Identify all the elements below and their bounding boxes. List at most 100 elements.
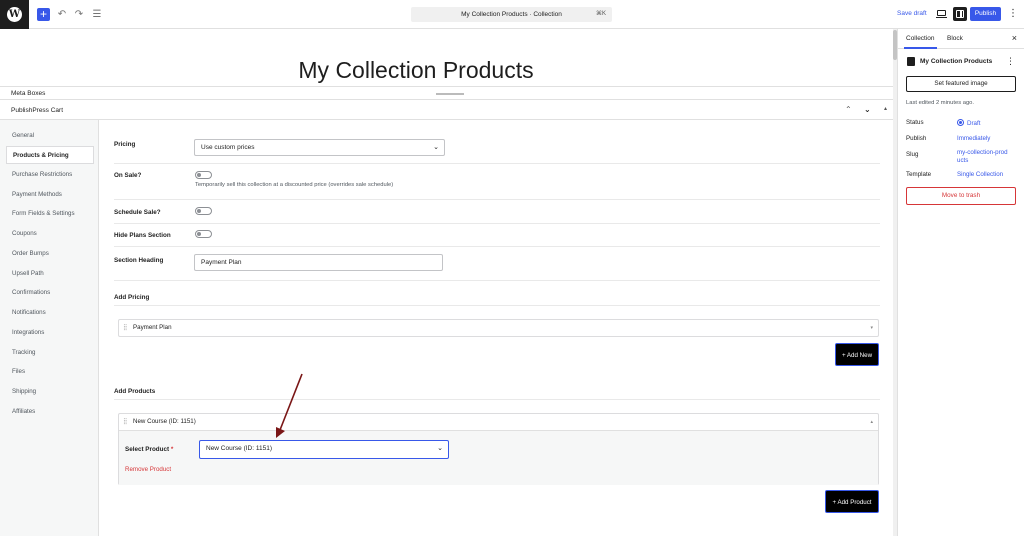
nav-item-notifications[interactable]: Notifications — [6, 304, 94, 322]
redo-icon[interactable]: ↷ — [73, 8, 85, 21]
publish-value[interactable]: Immediately — [957, 135, 1017, 143]
nav-item-general[interactable]: General — [6, 127, 94, 145]
product-item: ⣿ New Course (ID: 1151) ▴ Select Product… — [118, 413, 879, 485]
section-heading-input[interactable]: Payment Plan — [194, 254, 443, 271]
drag-handle-icon[interactable]: ⣿ — [123, 320, 127, 336]
more-options-icon[interactable]: ⋮ — [1007, 7, 1019, 21]
command-palette-button[interactable]: My Collection Products · Collection ⌘K — [411, 7, 612, 22]
cart-panel-title: PublishPress Cart — [11, 107, 64, 114]
section-heading-label: Section Heading — [114, 257, 164, 264]
publish-label: Publish — [906, 135, 927, 142]
caret-down-icon[interactable]: ▾ — [870, 320, 873, 336]
nav-item-affiliates[interactable]: Affiliates — [6, 403, 94, 421]
shortcut-hint: ⌘K — [595, 11, 606, 17]
more-actions-icon[interactable]: ⋮ — [1006, 56, 1015, 67]
hide-plans-label: Hide Plans Section — [114, 232, 171, 239]
move-down-icon[interactable]: ⌄ — [864, 105, 871, 114]
close-icon[interactable]: × — [1012, 33, 1017, 43]
on-sale-toggle[interactable] — [195, 171, 212, 179]
divider — [114, 163, 880, 164]
pricing-select[interactable]: Use custom prices ⌄ — [194, 139, 445, 156]
nav-item-coupons[interactable]: Coupons — [6, 225, 94, 243]
divider — [114, 246, 880, 247]
document-overview-icon[interactable]: ☰ — [91, 8, 103, 21]
document-title: My Collection Products · Collection — [461, 11, 562, 18]
save-draft-button[interactable]: Save draft — [897, 10, 927, 17]
divider — [114, 199, 880, 200]
post-title[interactable]: My Collection Products — [0, 57, 832, 84]
add-new-pricing-button[interactable]: + Add New — [835, 343, 879, 366]
nav-item-tracking[interactable]: Tracking — [6, 344, 94, 362]
nav-item-purchase-restrictions[interactable]: Purchase Restrictions — [6, 166, 94, 184]
pricing-label: Pricing — [114, 141, 136, 148]
pricing-select-value: Use custom prices — [201, 144, 255, 151]
nav-item-products-pricing[interactable]: Products & Pricing — [6, 146, 94, 164]
divider — [114, 280, 880, 281]
on-sale-help: Temporarily sell this collection at a di… — [195, 182, 394, 188]
chevron-down-icon: ⌄ — [433, 144, 439, 151]
last-edited-text: Last edited 2 minutes ago. — [906, 100, 974, 106]
preview-icon[interactable] — [936, 9, 947, 19]
add-pricing-title: Add Pricing — [114, 294, 150, 301]
slug-value[interactable]: my-collection-products — [957, 149, 1009, 165]
nav-item-upsell-path[interactable]: Upsell Path — [6, 265, 94, 283]
annotation-arrow-icon — [276, 373, 303, 438]
select-product-dropdown[interactable]: New Course (ID: 1151) ⌄ — [199, 440, 449, 459]
divider — [114, 399, 880, 400]
editor-canvas: My Collection Products — [0, 29, 893, 85]
drag-handle-icon[interactable]: ⣿ — [123, 414, 127, 430]
required-mark: * — [170, 446, 174, 453]
cart-nav: General Products & Pricing Purchase Rest… — [0, 120, 99, 536]
meta-boxes-bar: Meta Boxes — [0, 86, 893, 100]
remove-product-link[interactable]: Remove Product — [125, 466, 171, 473]
status-value[interactable]: Draft — [957, 119, 1017, 128]
products-pricing-panel: Pricing Use custom prices ⌄ On Sale? Tem… — [99, 120, 893, 536]
pricing-item[interactable]: ⣿ Payment Plan ▾ — [118, 319, 879, 337]
select-product-label: Select Product * — [125, 446, 174, 453]
publish-button[interactable]: Publish — [970, 7, 1001, 21]
template-label: Template — [906, 171, 932, 178]
divider — [114, 305, 880, 306]
sidebar-tabs: Collection Block × — [898, 29, 1024, 49]
schedule-sale-label: Schedule Sale? — [114, 209, 161, 216]
settings-sidebar: Collection Block × My Collection Product… — [897, 29, 1024, 536]
pricing-item-title: Payment Plan — [133, 324, 172, 331]
meta-boxes-label: Meta Boxes — [11, 90, 46, 97]
on-sale-label: On Sale? — [114, 172, 142, 179]
product-item-body: Select Product * New Course (ID: 1151) ⌄… — [119, 430, 878, 485]
document-icon — [907, 57, 915, 66]
set-featured-image-button[interactable]: Set featured image — [906, 76, 1016, 92]
select-product-value: New Course (ID: 1151) — [206, 445, 272, 452]
editor-header: W + ↶ ↷ ☰ My Collection Products · Colle… — [0, 0, 1024, 29]
tab-collection[interactable]: Collection — [904, 35, 937, 49]
nav-item-order-bumps[interactable]: Order Bumps — [6, 245, 94, 263]
add-product-button[interactable]: + Add Product — [825, 490, 879, 513]
product-item-title: New Course (ID: 1151) — [133, 418, 196, 425]
caret-up-icon[interactable]: ▴ — [870, 414, 873, 430]
hide-plans-toggle[interactable] — [195, 230, 212, 238]
cart-panel-header: PublishPress Cart ⌃ ⌄ ▴ — [0, 100, 893, 120]
chevron-down-icon: ⌄ — [437, 445, 443, 452]
tab-block[interactable]: Block — [947, 35, 963, 42]
block-inserter-button[interactable]: + — [37, 8, 50, 21]
resize-handle[interactable] — [436, 93, 464, 95]
nav-item-shipping[interactable]: Shipping — [6, 383, 94, 401]
draft-status-icon — [957, 119, 964, 126]
wordpress-logo-icon[interactable]: W — [0, 0, 29, 29]
divider — [114, 223, 880, 224]
nav-item-confirmations[interactable]: Confirmations — [6, 284, 94, 302]
template-value[interactable]: Single Collection — [957, 171, 1017, 179]
undo-icon[interactable]: ↶ — [56, 8, 68, 21]
move-to-trash-button[interactable]: Move to trash — [906, 187, 1016, 205]
nav-item-files[interactable]: Files — [6, 363, 94, 381]
schedule-sale-toggle[interactable] — [195, 207, 212, 215]
status-label: Status — [906, 119, 924, 126]
add-products-title: Add Products — [114, 388, 156, 395]
nav-item-form-fields[interactable]: Form Fields & Settings — [6, 205, 94, 223]
nav-item-integrations[interactable]: Integrations — [6, 324, 94, 342]
collapse-panel-icon[interactable]: ▴ — [884, 105, 887, 112]
move-up-icon[interactable]: ⌃ — [845, 105, 852, 114]
settings-sidebar-icon[interactable] — [953, 7, 967, 21]
sidebar-post-title: My Collection Products — [920, 58, 993, 65]
nav-item-payment-methods[interactable]: Payment Methods — [6, 186, 94, 204]
